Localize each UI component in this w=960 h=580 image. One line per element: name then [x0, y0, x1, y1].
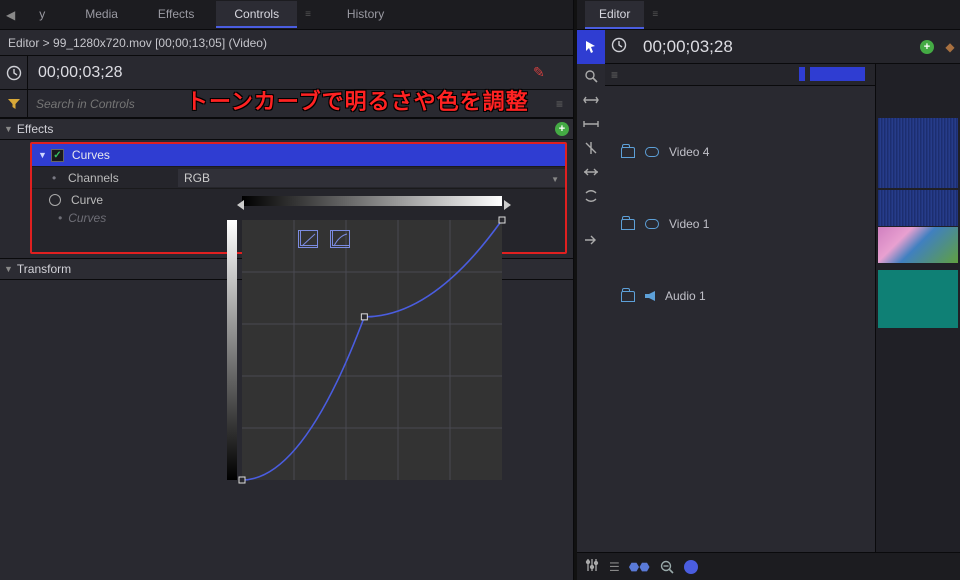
arrow-right-icon — [504, 200, 511, 210]
folder-icon — [621, 291, 635, 302]
search-input[interactable] — [36, 97, 545, 111]
curves-effect-block: ▼ Curves • Channels RGB▼ Curve • Curves — [30, 142, 567, 254]
effects-section-header[interactable]: ▼ Effects + — [0, 118, 573, 140]
tab-editor[interactable]: Editor — [585, 1, 644, 29]
clip-audio1[interactable] — [878, 270, 958, 328]
ruler-segment — [810, 67, 865, 81]
zoom-out-icon[interactable] — [660, 560, 674, 574]
razor-tool-icon[interactable] — [577, 136, 605, 160]
zoom-tool-icon[interactable] — [577, 64, 605, 88]
preset-curve-icon[interactable] — [330, 230, 350, 248]
tab-controls[interactable]: Controls — [216, 1, 297, 28]
tab-grip-icon: ≡ — [652, 9, 656, 20]
add-effect-button[interactable]: + — [555, 122, 569, 136]
curves-title-label: Curves — [72, 148, 110, 162]
effects-label: Effects — [17, 122, 53, 136]
zoom-slider-handle[interactable] — [684, 560, 698, 574]
clock-icon[interactable] — [0, 56, 28, 89]
y-gradient — [227, 220, 237, 480]
tabs-prev-icon[interactable]: ◀ — [6, 8, 15, 22]
playhead[interactable] — [799, 67, 805, 81]
track-audio-1[interactable]: Audio 1 — [605, 260, 875, 332]
brush-icon[interactable]: ✎ — [533, 64, 545, 81]
keyframe-icon[interactable] — [49, 194, 61, 206]
timeline-clips[interactable] — [875, 64, 960, 552]
chevron-down-icon: ▼ — [38, 150, 47, 160]
curves-enable-checkbox[interactable] — [51, 149, 64, 162]
curves-side-label: • Curves — [32, 210, 217, 226]
x-gradient — [242, 196, 502, 206]
eye-icon[interactable] — [645, 219, 659, 229]
panel-tabs: ◀ y Media Effects Controls ≡ History — [0, 0, 573, 30]
span-tool-icon[interactable] — [577, 88, 605, 112]
ripple-tool-icon[interactable] — [577, 184, 605, 208]
track-label: Video 1 — [669, 217, 709, 231]
breadcrumb-row: Editor > 99_1280x720.mov [00;00;13;05] (… — [0, 30, 573, 56]
preset-linear-icon[interactable] — [298, 230, 318, 248]
tab-media[interactable]: Media — [67, 1, 136, 28]
add-track-button[interactable]: + — [920, 40, 934, 54]
mixer-icon[interactable] — [585, 558, 599, 575]
transform-label: Transform — [17, 262, 71, 276]
tab-history[interactable]: History — [329, 1, 402, 28]
editor-time-row: 00;00;03;28 + ◆ — [577, 30, 960, 64]
curves-header[interactable]: ▼ Curves — [32, 144, 565, 166]
list-icon[interactable]: ☰ — [609, 560, 619, 574]
arrow-left-icon — [237, 200, 244, 210]
export-tool-icon[interactable] — [577, 228, 605, 252]
editor-bottom-bar: ☰ ⬣⬣ — [577, 552, 960, 580]
stretch-tool-icon[interactable] — [577, 112, 605, 136]
tab-effects[interactable]: Effects — [140, 1, 212, 28]
track-label: Audio 1 — [665, 289, 706, 303]
channels-dropdown[interactable]: RGB▼ — [178, 169, 565, 187]
channels-row: • Channels RGB▼ — [32, 166, 565, 188]
marker-icon[interactable]: ◆ — [940, 40, 960, 54]
breadcrumb: Editor > 99_1280x720.mov [00;00;13;05] (… — [8, 36, 267, 50]
speaker-icon[interactable] — [645, 291, 655, 301]
pointer-tool[interactable] — [577, 30, 605, 64]
tone-curve-editor[interactable] — [217, 210, 517, 226]
timeline-ruler[interactable]: ≡ 00 — [605, 64, 875, 86]
bullet-icon: • — [52, 171, 60, 185]
folder-icon — [621, 219, 635, 230]
clip-video4[interactable] — [878, 118, 958, 188]
clip-video1-a[interactable] — [878, 190, 958, 226]
timecode-display[interactable]: 00;00;03;28 — [28, 64, 533, 82]
slip-tool-icon[interactable] — [577, 160, 605, 184]
folder-icon — [621, 147, 635, 158]
link-icon[interactable]: ⬣⬣ — [629, 560, 650, 574]
chevron-down-icon: ▼ — [551, 171, 559, 189]
tab-grip-icon: ≡ — [305, 9, 309, 20]
curve-grid — [242, 220, 502, 480]
curve-label: Curve — [71, 193, 181, 207]
channels-label: Channels — [68, 171, 178, 185]
editor-tabs: Editor ≡ — [577, 0, 960, 30]
panel-menu-icon[interactable]: ≡ — [545, 97, 573, 111]
chevron-down-icon: ▼ — [4, 124, 13, 134]
editor-timecode[interactable]: 00;00;03;28 — [633, 37, 920, 57]
ruler-menu-icon[interactable]: ≡ — [611, 68, 617, 82]
track-label: Video 4 — [669, 145, 709, 159]
tab-y[interactable]: y — [21, 1, 63, 28]
track-video-1[interactable]: Video 1 — [605, 188, 875, 260]
chevron-right-icon: ▼ — [4, 264, 13, 274]
track-video-4[interactable]: Video 4 — [605, 116, 875, 188]
clip-video1-b[interactable] — [878, 227, 958, 263]
tool-column — [577, 64, 605, 552]
filter-icon[interactable] — [0, 90, 28, 117]
clock-icon[interactable] — [605, 37, 633, 56]
eye-icon[interactable] — [645, 147, 659, 157]
